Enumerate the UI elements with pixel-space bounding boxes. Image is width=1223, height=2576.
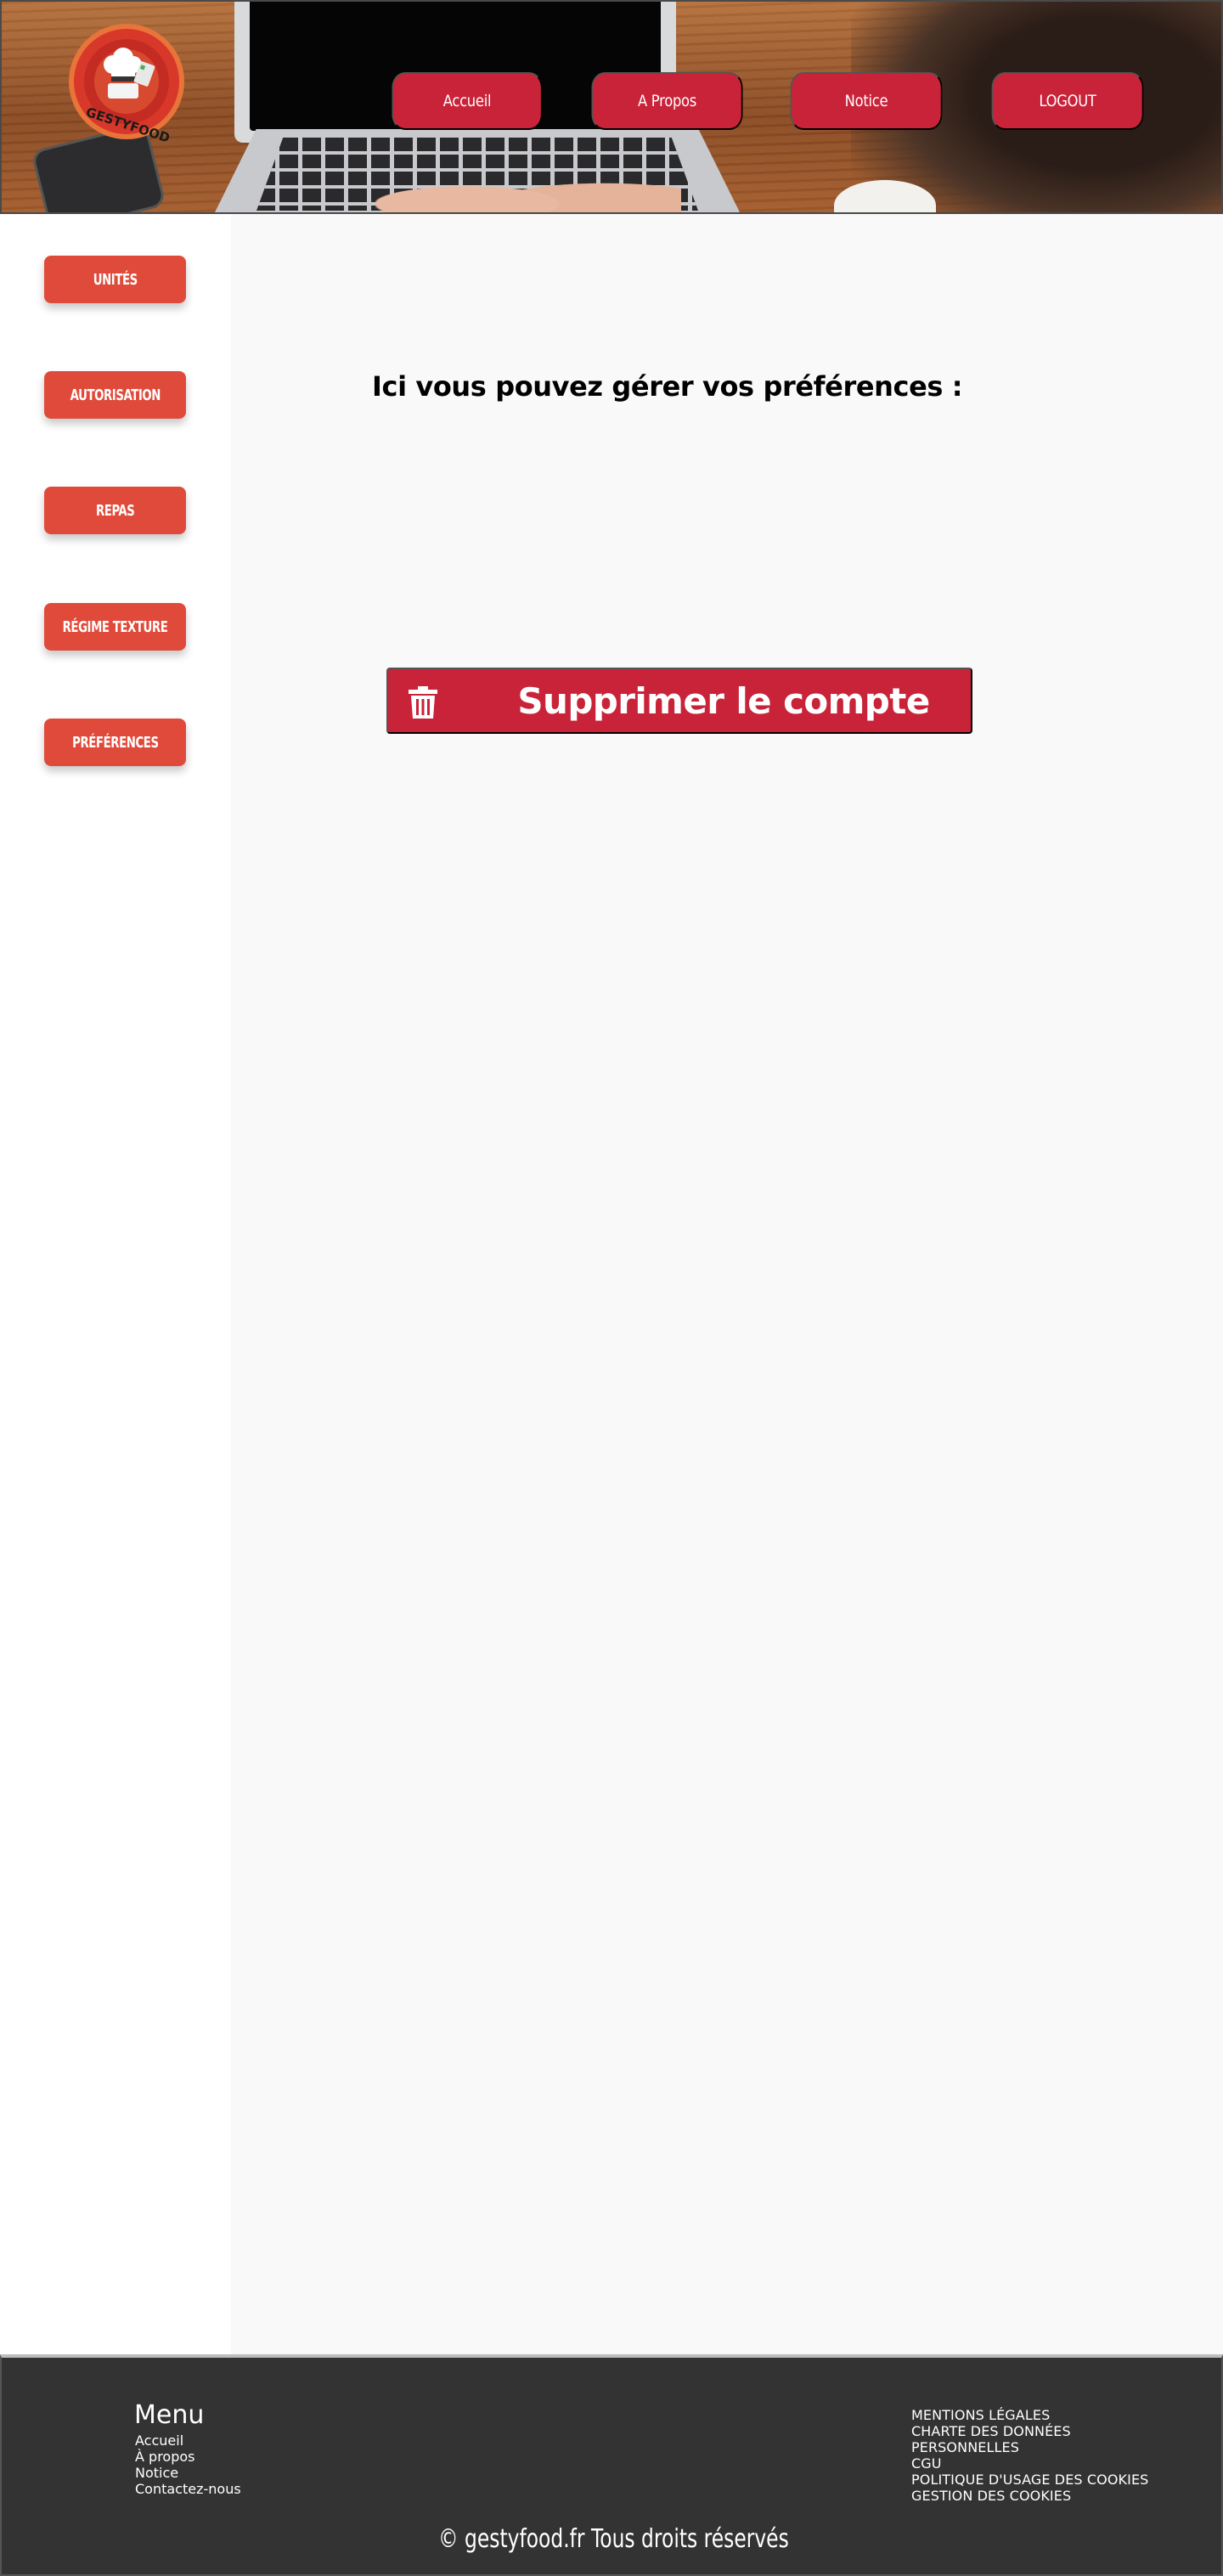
- footer-link-notice[interactable]: Notice: [135, 2465, 241, 2481]
- sidebar-item-unites[interactable]: UNITÉS: [44, 256, 186, 303]
- copyright-text: © gestyfood.fr Tous droits réservés: [2, 2524, 1223, 2554]
- logout-button[interactable]: LOGOUT: [991, 72, 1144, 130]
- gestyfood-logo[interactable]: GESTYFOOD: [67, 20, 186, 146]
- sidebar-item-preferences[interactable]: PRÉFÉRENCES: [44, 719, 186, 766]
- footer-link-gestion-cookies[interactable]: GESTION DES COOKIES: [911, 2488, 1148, 2504]
- sidebar-item-label: AUTORISATION: [70, 386, 161, 404]
- sidebar-item-autorisation[interactable]: AUTORISATION: [44, 371, 186, 419]
- delete-account-button[interactable]: Supprimer le compte: [386, 668, 972, 734]
- site-header: GESTYFOOD Accueil A Propos Notice LOGOUT: [0, 0, 1223, 214]
- footer-link-mentions-legales[interactable]: MENTIONS LÉGALES: [911, 2407, 1148, 2423]
- trash-icon: [409, 686, 437, 719]
- nav-accueil-button[interactable]: Accueil: [392, 72, 543, 130]
- page-title: Ici vous pouvez gérer vos préférences :: [372, 370, 963, 403]
- sidebar-item-label: UNITÉS: [93, 270, 138, 289]
- nav-a-propos-button[interactable]: A Propos: [591, 72, 743, 130]
- sidebar-item-label: PRÉFÉRENCES: [71, 733, 159, 752]
- footer-menu: Accueil À propos Notice Contactez-nous: [135, 2432, 241, 2497]
- sidebar-item-repas[interactable]: REPAS: [44, 487, 186, 534]
- hands-image: [375, 163, 681, 212]
- footer-legal-links: MENTIONS LÉGALES CHARTE DES DONNÉES PERS…: [911, 2407, 1148, 2504]
- delete-account-label: Supprimer le compte: [517, 679, 930, 722]
- footer-link-contact[interactable]: Contactez-nous: [135, 2481, 241, 2497]
- main-content: [231, 214, 1223, 2354]
- site-footer: Menu Accueil À propos Notice Contactez-n…: [0, 2354, 1223, 2576]
- sidebar-item-regime-texture[interactable]: RÉGIME TEXTURE: [44, 603, 186, 651]
- copyright-label: © gestyfood.fr Tous droits réservés: [437, 2524, 789, 2554]
- sidebar-item-label: RÉGIME TEXTURE: [62, 617, 168, 636]
- footer-link-charte-donnees[interactable]: CHARTE DES DONNÉES: [911, 2423, 1148, 2439]
- footer-link-charte-donnees-cont[interactable]: PERSONNELLES: [911, 2439, 1148, 2455]
- footer-menu-title: Menu: [134, 2400, 205, 2430]
- footer-link-a-propos[interactable]: À propos: [135, 2449, 241, 2465]
- footer-link-politique-cookies[interactable]: POLITIQUE D'USAGE DES COOKIES: [911, 2472, 1148, 2488]
- sidebar-item-label: REPAS: [95, 501, 135, 520]
- footer-link-accueil[interactable]: Accueil: [135, 2432, 241, 2449]
- nav-notice-button[interactable]: Notice: [790, 72, 943, 130]
- footer-link-cgu[interactable]: CGU: [911, 2455, 1148, 2472]
